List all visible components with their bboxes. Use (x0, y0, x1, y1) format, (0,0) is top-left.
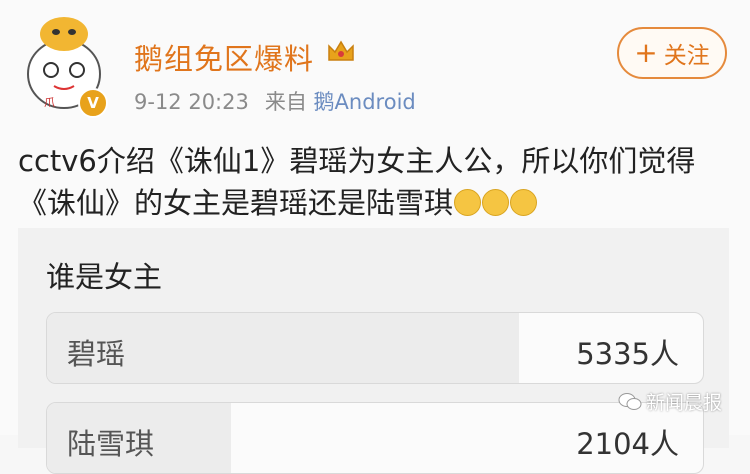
smile-emoji-icon (482, 189, 510, 216)
follow-button[interactable]: + 关注 (617, 27, 727, 79)
smile-emoji-icon (510, 189, 538, 216)
post-meta: 9-12 20:23 来自 鹅Android (134, 86, 416, 116)
poll-option-1[interactable]: 碧瑶 5335人 (46, 312, 704, 384)
post-text: cctv6介绍《诛仙1》碧瑶为女主人公，所以你们觉得《诛仙》的女主是碧瑶还是陆雪… (18, 144, 696, 220)
post-content: cctv6介绍《诛仙1》碧瑶为女主人公，所以你们觉得《诛仙》的女主是碧瑶还是陆雪… (18, 140, 718, 224)
follow-label: 关注 (663, 43, 710, 69)
poll-card: 谁是女主 碧瑶 5335人 陆雪琪 2104人 (18, 228, 729, 474)
weibo-post-card: 爪 V 鹅组免区爆料 9-12 20:23 来自 鹅Android + 关注 cc… (0, 0, 750, 474)
source-app-link[interactable]: 鹅Android (314, 90, 416, 114)
svg-text:爪: 爪 (44, 96, 55, 109)
hungry-emoji-icon (454, 189, 482, 216)
poll-option-1-label: 碧瑶 (67, 337, 126, 371)
poll-option-1-count: 5335人 (576, 337, 679, 371)
post-time: 9-12 20:23 (134, 90, 249, 114)
username[interactable]: 鹅组免区爆料 (134, 36, 314, 78)
wechat-icon (618, 392, 642, 410)
crown-icon (328, 40, 354, 61)
poll-option-2[interactable]: 陆雪琪 2104人 (46, 402, 704, 474)
poll-option-2-count: 2104人 (576, 427, 679, 461)
watermark-text: 新闻晨报 (646, 392, 723, 414)
source-prefix: 来自 (264, 90, 307, 114)
plus-icon: + (634, 36, 658, 69)
poll-title: 谁是女主 (46, 260, 163, 294)
watermark: 新闻晨报 (618, 388, 722, 415)
verified-badge-icon: V (78, 88, 108, 118)
poll-option-2-label: 陆雪琪 (67, 427, 155, 461)
